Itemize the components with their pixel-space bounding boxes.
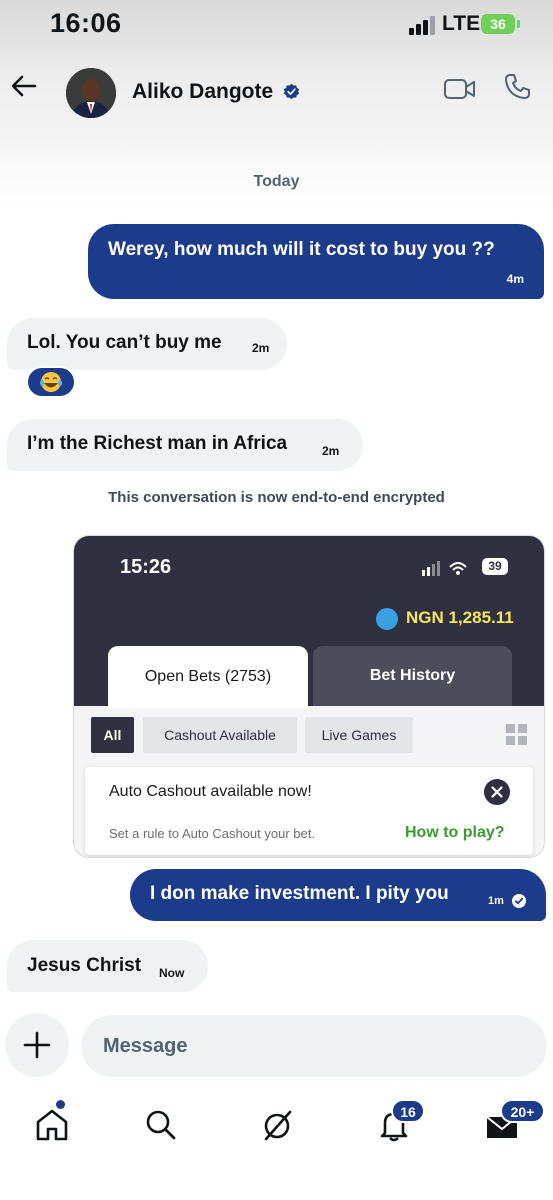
message-time: 1m — [488, 895, 504, 907]
filter-live-games: Live Games — [305, 717, 413, 753]
reaction-badge[interactable] — [26, 366, 76, 398]
date-separator: Today — [253, 173, 300, 190]
plus-icon — [23, 1031, 51, 1059]
add-attachment-button[interactable] — [5, 1013, 69, 1077]
message-text: Jesus Christ — [27, 955, 142, 976]
shared-screenshot-image[interactable]: 15:26 39 NGN 1,285.11 Open Bets (2753) B… — [73, 535, 545, 858]
wifi-signal-icon — [422, 561, 467, 576]
auto-cashout-banner: Auto Cashout available now! Set a rule t… — [85, 767, 533, 855]
incoming-message[interactable]: I’m the Richest man in Africa 2m — [7, 419, 363, 471]
filter-all: All — [91, 717, 134, 753]
battery-tip — [517, 20, 520, 28]
message-text: I’m the Richest man in Africa — [27, 433, 288, 454]
messages-badge: 20+ — [500, 1099, 545, 1123]
message-time: 2m — [322, 444, 340, 458]
filter-cashout-available: Cashout Available — [143, 717, 297, 753]
verified-badge-icon — [283, 83, 300, 100]
home-icon[interactable] — [32, 1105, 72, 1145]
close-icon — [484, 779, 510, 805]
message-time: Now — [159, 966, 185, 980]
contact-name[interactable]: Aliko Dangote — [132, 80, 273, 104]
how-to-play-link: How to play? — [405, 824, 505, 841]
status-time: 16:06 — [50, 8, 122, 38]
signal-icon — [409, 16, 435, 35]
home-unread-dot — [56, 1100, 65, 1109]
avatar[interactable] — [66, 68, 116, 118]
banner-subtitle: Set a rule to Auto Cashout your bet. — [109, 826, 315, 841]
outgoing-message[interactable]: I don make investment. I pity you 1m — [130, 869, 546, 921]
message-input[interactable] — [81, 1015, 547, 1077]
banner-title: Auto Cashout available now! — [109, 783, 312, 800]
avatar-portrait — [66, 68, 116, 118]
incoming-message[interactable]: Jesus Christ Now — [7, 940, 208, 992]
bottom-tab-bar: 16 20+ — [0, 1095, 553, 1200]
encryption-note: This conversation is now end-to-end encr… — [108, 489, 445, 506]
message-time: 2m — [252, 341, 270, 355]
phone-call-icon[interactable] — [502, 72, 532, 102]
laughing-emoji-icon — [40, 372, 62, 392]
message-text: Werey, how much will it cost to buy you … — [108, 239, 495, 260]
notifications-badge: 16 — [391, 1099, 425, 1123]
search-icon[interactable] — [141, 1105, 181, 1145]
back-arrow-icon[interactable] — [8, 70, 40, 102]
grid-view-icon — [506, 724, 527, 745]
network-label: LTE — [442, 12, 481, 35]
video-call-icon[interactable] — [443, 76, 477, 102]
message-text: I don make investment. I pity you — [150, 883, 449, 904]
balance-amount: NGN 1,285.11 — [406, 608, 514, 627]
message-text: Lol. You can’t buy me — [27, 332, 222, 353]
tab-open-bets: Open Bets (2753) — [108, 646, 308, 708]
grok-icon[interactable] — [257, 1105, 297, 1145]
screenshot-battery: 39 — [482, 558, 508, 575]
battery-icon: 36 — [481, 14, 515, 34]
read-receipt-icon — [512, 894, 526, 908]
status-bar: 16:06 LTE 36 — [0, 0, 553, 50]
globe-icon — [376, 608, 398, 630]
message-time: 4m — [506, 272, 524, 286]
chat-header: Aliko Dangote — [0, 58, 553, 128]
incoming-message[interactable]: Lol. You can’t buy me 2m — [7, 318, 287, 370]
screenshot-time: 15:26 — [120, 556, 172, 578]
outgoing-message[interactable]: Werey, how much will it cost to buy you … — [88, 224, 544, 299]
tab-bet-history: Bet History — [313, 646, 512, 706]
